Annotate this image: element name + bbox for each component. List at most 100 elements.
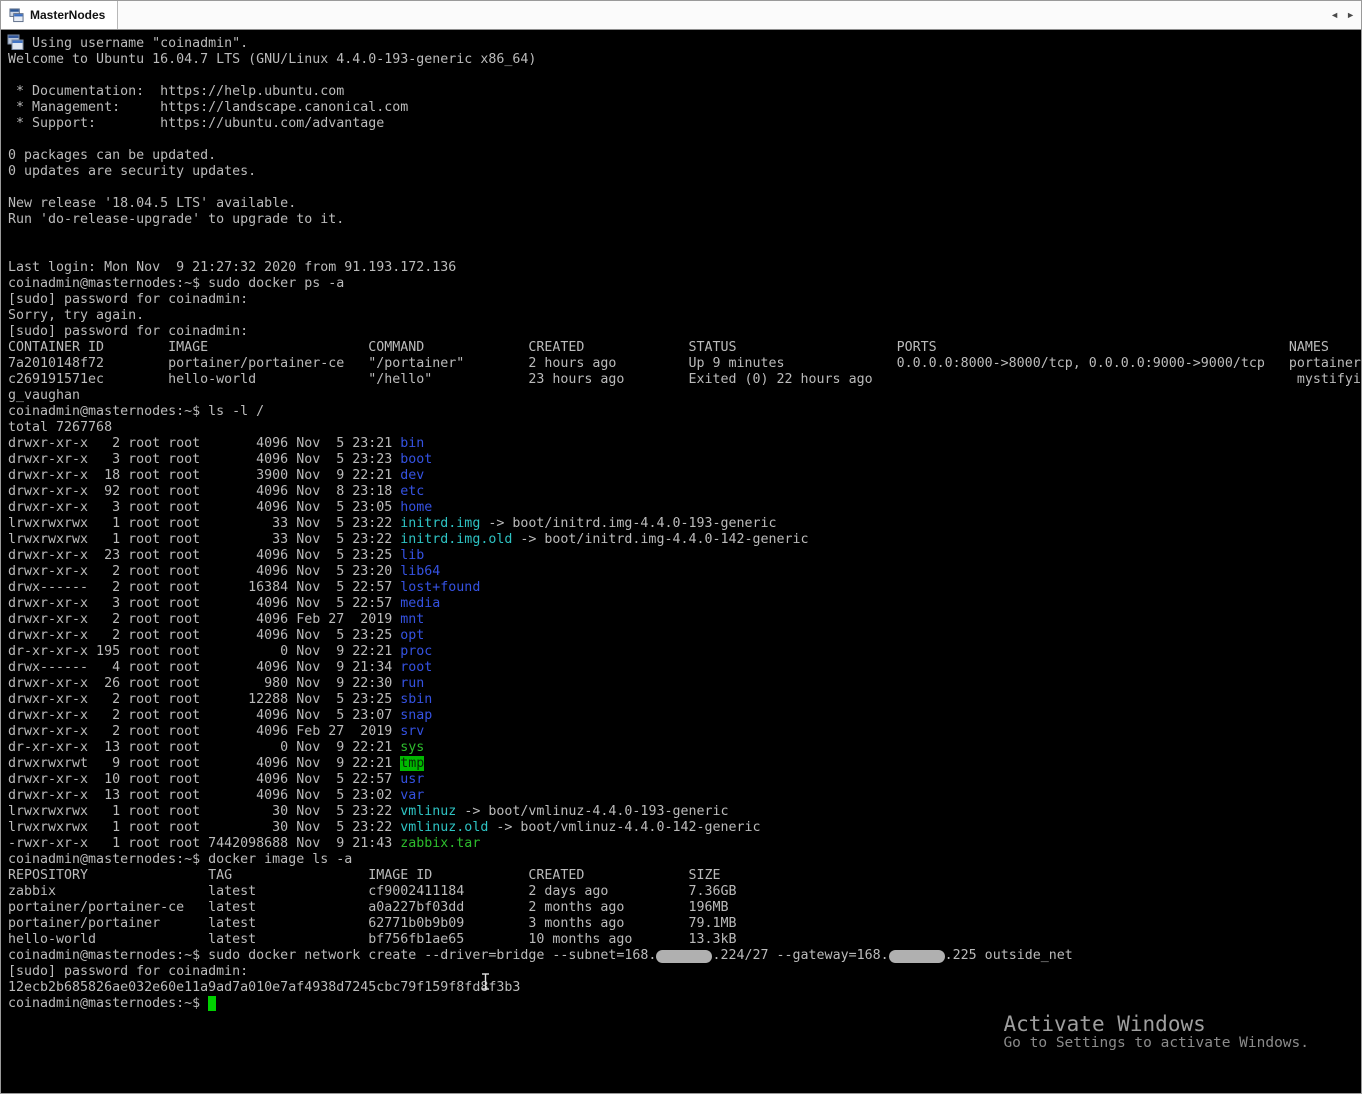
terminal-text: run (400, 676, 425, 691)
tab-masternodes[interactable]: MasterNodes (1, 1, 119, 29)
terminal-line: drwxr-xr-x 2 root root 12288 Nov 5 23:25… (8, 692, 1361, 708)
terminal-line: drwxr-xr-x 3 root root 4096 Nov 5 23:05 … (8, 500, 1361, 516)
terminal-text: 0 packages can be updated. (8, 148, 217, 163)
terminal-text: drwxrwxrwt 9 root root 4096 Nov 9 22:21 (8, 756, 401, 771)
terminal-text: drwxr-xr-x 3 root root 4096 Nov 5 23:05 (8, 500, 401, 515)
terminal-line: drwxr-xr-x 18 root root 3900 Nov 9 22:21… (8, 468, 1361, 484)
terminal-line: 0 packages can be updated. (8, 148, 1361, 164)
terminal-line: drwxr-xr-x 3 root root 4096 Nov 5 22:57 … (8, 596, 1361, 612)
terminal-text: * Management: https://landscape.canonica… (8, 100, 409, 115)
terminal-line: CONTAINER ID IMAGE COMMAND CREATED STATU… (8, 340, 1361, 356)
terminal-line: drwxr-xr-x 13 root root 4096 Nov 5 23:02… (8, 788, 1361, 804)
terminal-line: 12ecb2b685826ae032e60e11a9ad7a010e7af493… (8, 980, 1361, 996)
terminal-text: drwx------ 2 root root 16384 Nov 5 22:57 (8, 580, 401, 595)
terminal-line: portainer/portainer latest 62771b0b9b09 … (8, 916, 1361, 932)
tab-bar: MasterNodes ◄ ► (1, 1, 1361, 30)
terminal-text: drwxr-xr-x 2 root root 4096 Nov 5 23:20 (8, 564, 401, 579)
redacted-text (888, 950, 945, 963)
terminal-text: Last login: Mon Nov 9 21:27:32 2020 from… (8, 260, 457, 275)
terminal-text: drwxr-xr-x 18 root root 3900 Nov 9 22:21 (8, 468, 401, 483)
terminal-text: drwxr-xr-x 26 root root 980 Nov 9 22:30 (8, 676, 401, 691)
terminal-text: -> boot/initrd.img-4.4.0-193-generic (480, 516, 777, 531)
terminal-text: drwxr-xr-x 2 root root 4096 Nov 5 23:07 (8, 708, 401, 723)
putty-terminal-icon (7, 34, 24, 56)
terminal-text: Run 'do-release-upgrade' to upgrade to i… (8, 212, 345, 227)
terminal-line: lrwxrwxrwx 1 root root 33 Nov 5 23:22 in… (8, 516, 1361, 532)
terminal-text: srv (400, 724, 425, 739)
terminal-line: drwxr-xr-x 3 root root 4096 Nov 5 23:23 … (8, 452, 1361, 468)
terminal-text: * Documentation: https://help.ubuntu.com (8, 84, 345, 99)
terminal-text: initrd.img.old (400, 532, 513, 547)
terminal-text: 12ecb2b685826ae032e60e11a9ad7a010e7af493… (8, 980, 521, 995)
terminal-text: lrwxrwxrwx 1 root root 30 Nov 5 23:22 (8, 820, 401, 835)
watermark-subtitle: Go to Settings to activate Windows. (1003, 1035, 1309, 1051)
terminal-text: drwxr-xr-x 3 root root 4096 Nov 5 22:57 (8, 596, 401, 611)
terminal-text: initrd.img (400, 516, 481, 531)
terminal-line: c269191571ec hello-world "/hello" 23 hou… (8, 372, 1361, 388)
terminal-text: snap (400, 708, 433, 723)
terminal-block-cursor (208, 996, 217, 1011)
terminal-line: drwxr-xr-x 23 root root 4096 Nov 5 23:25… (8, 548, 1361, 564)
terminal-line: dr-xr-xr-x 13 root root 0 Nov 9 22:21 sy… (8, 740, 1361, 756)
activate-windows-watermark: Activate Windows Go to Settings to activ… (1003, 1012, 1309, 1052)
terminal-text: drwxr-xr-x 2 root root 4096 Nov 5 23:21 (8, 436, 401, 451)
terminal-line: Welcome to Ubuntu 16.04.7 LTS (GNU/Linux… (8, 52, 1361, 68)
terminal-line: * Management: https://landscape.canonica… (8, 100, 1361, 116)
terminal-text: vmlinuz.old (400, 820, 489, 835)
terminal-text: * Support: https://ubuntu.com/advantage (8, 116, 385, 131)
terminal-text: drwxr-xr-x 2 root root 4096 Feb 27 2019 (8, 612, 401, 627)
ibeam-cursor-icon (479, 972, 492, 996)
terminal-text: drwxr-xr-x 2 root root 12288 Nov 5 23:25 (8, 692, 401, 707)
terminal-text: usr (400, 772, 425, 787)
terminal-text: coinadmin@masternodes:~$ docker image ls… (8, 852, 353, 867)
nav-back-icon[interactable]: ◄ (1330, 10, 1339, 20)
terminal-line: drwxr-xr-x 2 root root 4096 Nov 5 23:25 … (8, 628, 1361, 644)
nav-forward-icon[interactable]: ► (1346, 10, 1355, 20)
terminal-line: 0 updates are security updates. (8, 164, 1361, 180)
terminal-text: dr-xr-xr-x 13 root root 0 Nov 9 22:21 (8, 740, 401, 755)
terminal-text: total 7267768 (8, 420, 113, 435)
terminal-text: New release '18.04.5 LTS' available. (8, 196, 297, 211)
terminal-text: home (400, 500, 433, 515)
terminal-line: coinadmin@masternodes:~$ ls -l / (8, 404, 1361, 420)
terminal-text: coinadmin@masternodes:~$ sudo docker ps … (8, 276, 345, 291)
terminal-text: sys (400, 740, 425, 755)
terminal-line: drwxr-xr-x 2 root root 4096 Nov 5 23:07 … (8, 708, 1361, 724)
terminal-text: dev (400, 468, 425, 483)
terminal-line: drwxr-xr-x 2 root root 4096 Nov 5 23:20 … (8, 564, 1361, 580)
terminal-text: drwxr-xr-x 23 root root 4096 Nov 5 23:25 (8, 548, 401, 563)
terminal-line: lrwxrwxrwx 1 root root 30 Nov 5 23:22 vm… (8, 820, 1361, 836)
terminal-text: -> boot/initrd.img-4.4.0-142-generic (512, 532, 809, 547)
terminal-text: Using username "coinadmin". (8, 36, 249, 51)
terminal-text: coinadmin@masternodes:~$ sudo docker net… (8, 948, 657, 963)
terminal-text: -> boot/vmlinuz-4.4.0-193-generic (456, 804, 729, 819)
terminal-text: 0 updates are security updates. (8, 164, 257, 179)
terminal-line: [sudo] password for coinadmin: (8, 964, 1361, 980)
terminal-text: -> boot/vmlinuz-4.4.0-142-generic (488, 820, 761, 835)
terminal-text: 7a2010148f72 portainer/portainer-ce "/po… (8, 356, 1361, 371)
terminal-text: CONTAINER ID IMAGE COMMAND CREATED STATU… (8, 340, 1329, 355)
terminal-line: drwxr-xr-x 2 root root 4096 Feb 27 2019 … (8, 612, 1361, 628)
terminal-output: Using username "coinadmin". Welcome to Ub… (8, 36, 1361, 1012)
terminal-text: root (400, 660, 433, 675)
terminal-text: vmlinuz (400, 804, 457, 819)
terminal[interactable]: Using username "coinadmin". Welcome to Ub… (1, 30, 1361, 1093)
terminal-text: [sudo] password for coinadmin: (8, 964, 249, 979)
terminal-line: Run 'do-release-upgrade' to upgrade to i… (8, 212, 1361, 228)
terminal-text: lib64 (400, 564, 441, 579)
terminal-line: drwxr-xr-x 2 root root 4096 Feb 27 2019 … (8, 724, 1361, 740)
terminal-text: mnt (400, 612, 425, 627)
terminal-line: lrwxrwxrwx 1 root root 30 Nov 5 23:22 vm… (8, 804, 1361, 820)
terminal-text: drwxr-xr-x 2 root root 4096 Nov 5 23:25 (8, 628, 401, 643)
watermark-title: Activate Windows (1003, 1012, 1206, 1036)
terminal-text: drwxr-xr-x 3 root root 4096 Nov 5 23:23 (8, 452, 401, 467)
terminal-line: lrwxrwxrwx 1 root root 33 Nov 5 23:22 in… (8, 532, 1361, 548)
terminal-line: drwxr-xr-x 26 root root 980 Nov 9 22:30 … (8, 676, 1361, 692)
terminal-text: drwxr-xr-x 92 root root 4096 Nov 8 23:18 (8, 484, 401, 499)
terminal-text: media (400, 596, 441, 611)
terminal-line: Using username "coinadmin". (8, 36, 1361, 52)
